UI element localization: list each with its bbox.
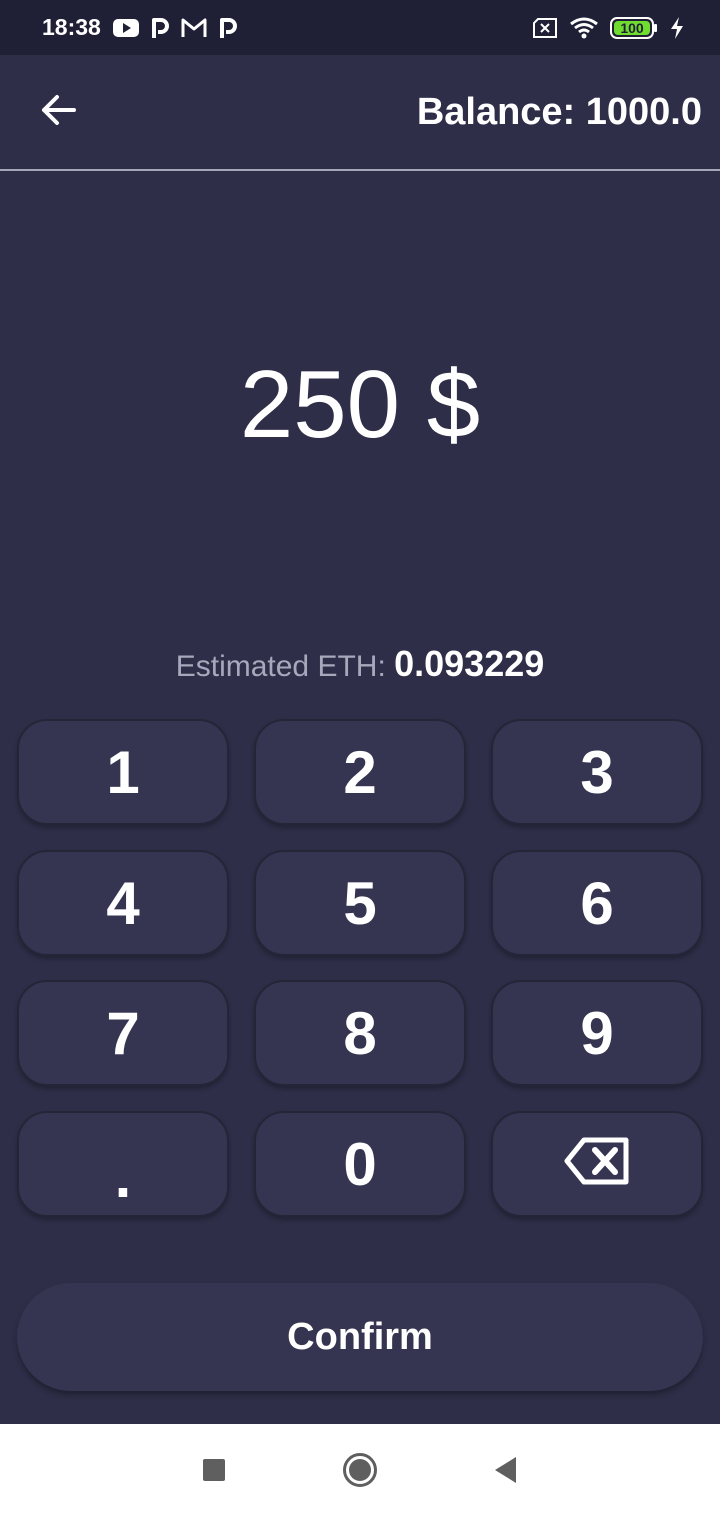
- estimated-eth-label: Estimated ETH:: [175, 650, 386, 683]
- balance-label: Balance: 1000.0: [416, 90, 702, 133]
- youtube-icon: [112, 18, 139, 38]
- key-1[interactable]: 1: [17, 719, 229, 825]
- estimated-eth-value: 0.093229: [394, 643, 545, 684]
- battery-icon: 100: [610, 16, 658, 39]
- key-3[interactable]: 3: [491, 719, 703, 825]
- system-nav-bar: [0, 1424, 720, 1520]
- wifi-icon: [570, 17, 598, 39]
- app-bar: Balance: 1000.0: [0, 55, 720, 169]
- backspace-icon: [564, 1130, 630, 1199]
- screen: 18:38 100 Balance: 1000.0 250 $ Estimate…: [0, 0, 720, 1520]
- back-triangle-icon: [494, 1456, 518, 1489]
- p-app-icon: [219, 17, 237, 39]
- status-time: 18:38: [42, 14, 101, 40]
- key-0[interactable]: 0: [254, 1111, 466, 1217]
- key-6[interactable]: 6: [491, 850, 703, 956]
- no-sim-icon: [532, 17, 558, 38]
- charging-icon: [670, 16, 684, 39]
- status-right: 100: [532, 16, 684, 39]
- status-bar: 18:38 100: [0, 0, 720, 55]
- confirm-button[interactable]: Confirm: [17, 1283, 703, 1391]
- estimated-eth: Estimated ETH: 0.093229: [0, 642, 720, 689]
- key-8[interactable]: 8: [254, 980, 466, 1086]
- key-7[interactable]: 7: [17, 980, 229, 1086]
- battery-level: 100: [620, 19, 644, 36]
- home-button[interactable]: [334, 1446, 386, 1498]
- gmail-icon: [181, 18, 207, 38]
- back-button[interactable]: [36, 90, 80, 134]
- key-decimal-label: .: [114, 1142, 132, 1210]
- arrow-left-icon: [40, 94, 76, 131]
- recents-button[interactable]: [188, 1446, 240, 1498]
- back-nav-button[interactable]: [480, 1446, 532, 1498]
- key-4[interactable]: 4: [17, 850, 229, 956]
- home-circle-icon: [342, 1452, 378, 1493]
- backspace-key[interactable]: [491, 1111, 703, 1217]
- key-decimal[interactable]: .: [17, 1111, 229, 1217]
- p-app-icon: [151, 17, 169, 39]
- key-2[interactable]: 2: [254, 719, 466, 825]
- recents-square-icon: [202, 1458, 226, 1487]
- header-divider: [0, 169, 720, 171]
- amount-display: 250 $: [239, 351, 481, 458]
- key-9[interactable]: 9: [491, 980, 703, 1086]
- status-left: 18:38: [42, 14, 237, 41]
- key-5[interactable]: 5: [254, 850, 466, 956]
